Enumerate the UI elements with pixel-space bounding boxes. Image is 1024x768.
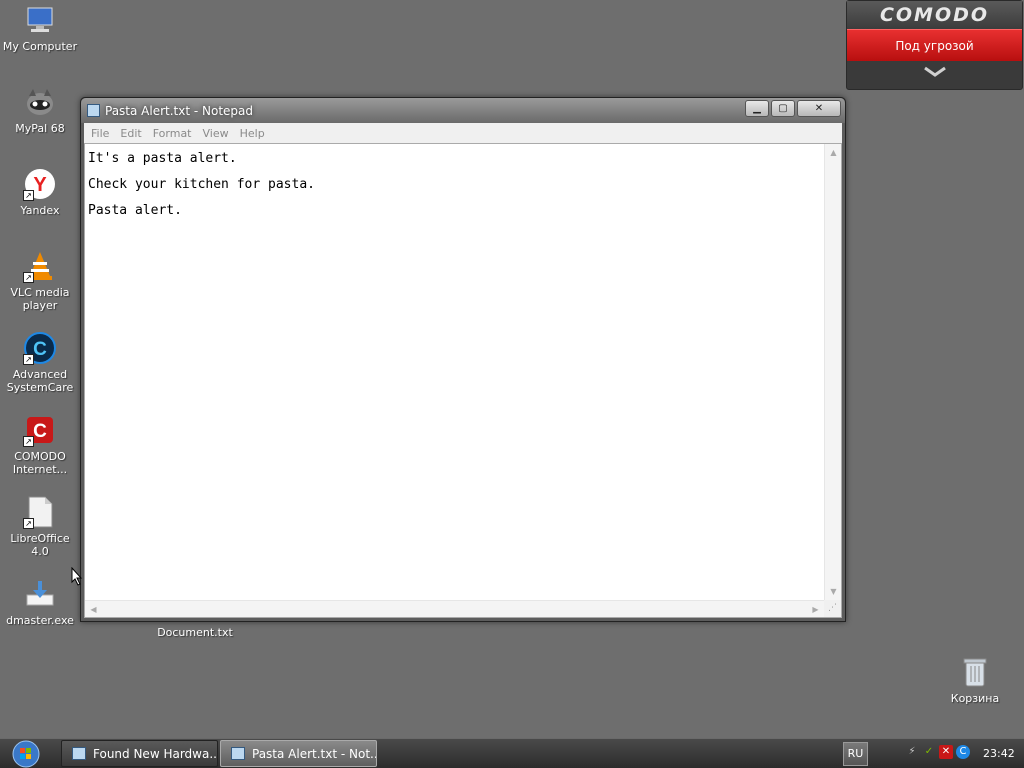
menu-file[interactable]: File [91,127,109,140]
window-title: Pasta Alert.txt - Notepad [105,104,254,118]
comodo-widget: COMODO Под угрозой [846,0,1023,90]
vlc-icon: ↗ [23,249,57,283]
desktop-icon-label: Корзина [950,692,1000,705]
desktop-icon-label: LibreOffice 4.0 [10,532,70,558]
taskbar: Found New Hardwa... Pasta Alert.txt - No… [0,738,1024,768]
shortcut-arrow-icon: ↗ [23,354,34,365]
desktop-icon-label: Advanced SystemCare [6,368,74,394]
mouse-cursor-icon [71,567,83,586]
desktop-icon-document-label[interactable]: Document.txt [155,626,235,639]
window-controls: ▁ ▢ ✕ [745,100,841,117]
desktop-icon-label: Yandex [20,204,60,217]
taskbar-item-label: Found New Hardwa... [93,746,218,761]
desktop-icon-dmaster[interactable]: dmaster.exe [0,577,80,627]
scroll-up-icon[interactable]: ▲ [825,144,842,161]
taskbar-clock[interactable]: 23:42 [983,747,1015,760]
windows-logo-icon [12,740,40,768]
desktop-icon-label: VLC media player [10,286,70,312]
notepad-app-icon [87,104,100,117]
menu-format[interactable]: Format [153,127,192,140]
network-icon[interactable]: ⚡ [905,745,919,759]
editor-content[interactable]: It's a pasta alert. Check your kitchen f… [88,146,821,597]
computer-icon [23,3,57,37]
menu-bar: File Edit Format View Help [84,123,842,143]
desktop-icon-libreoffice[interactable]: ↗ LibreOffice 4.0 [0,495,80,558]
notepad-window: Pasta Alert.txt - Notepad ▁ ▢ ✕ File Edi… [80,97,846,622]
desktop-icon-label: My Computer [2,40,78,53]
system-tray: ⚡ ✓ ✕ C [905,745,970,759]
libreoffice-icon: ↗ [23,495,57,529]
taskbar-item-notepad[interactable]: Pasta Alert.txt - Not... [220,740,377,767]
minimize-button[interactable]: ▁ [745,100,769,117]
resize-grip-icon[interactable]: ⋰ [824,600,841,617]
scroll-right-icon[interactable]: ▶ [807,601,824,618]
shortcut-arrow-icon: ↗ [23,272,34,283]
chevron-down-icon[interactable] [847,61,1022,89]
desktop-icon-yandex[interactable]: Y ↗ Yandex [0,167,80,217]
window-titlebar[interactable]: Pasta Alert.txt - Notepad ▁ ▢ ✕ [81,98,845,123]
systemcare-icon: C ↗ [23,331,57,365]
text-editor[interactable]: It's a pasta alert. Check your kitchen f… [84,143,842,618]
text-line: Check your kitchen for pasta. [88,177,315,192]
scroll-down-icon[interactable]: ▼ [825,583,842,600]
menu-view[interactable]: View [203,127,229,140]
notepad-icon [231,747,245,760]
comodo-status-button[interactable]: Под угрозой [847,29,1022,61]
text-line: Pasta alert. [88,203,182,218]
shortcut-arrow-icon: ↗ [23,436,34,447]
desktop-icon-label: COMODO Internet... [12,450,68,476]
comodo-widget-title: COMODO [847,1,1022,29]
shortcut-arrow-icon: ↗ [23,190,34,201]
maximize-button[interactable]: ▢ [771,100,795,117]
comodo-tray-icon[interactable]: ✕ [939,745,953,759]
vertical-scrollbar[interactable]: ▲ ▼ [824,144,841,600]
horizontal-scrollbar[interactable]: ◀ ▶ [85,600,824,617]
comodo-icon: C ↗ [23,413,57,447]
shortcut-arrow-icon: ↗ [23,518,34,529]
start-button[interactable] [6,740,46,768]
mypal-icon [23,85,57,119]
taskbar-item-label: Pasta Alert.txt - Not... [252,746,377,761]
desktop-icon-recycle-bin[interactable]: Корзина [935,655,1015,705]
desktop-icon-label: dmaster.exe [6,614,74,627]
desktop-icon-my-computer[interactable]: My Computer [0,3,80,53]
systemcare-tray-icon[interactable]: C [956,745,970,759]
desktop-icon-mypal[interactable]: MyPal 68 [0,85,80,135]
desktop-icon-vlc[interactable]: ↗ VLC media player [0,249,80,312]
recycle-bin-icon [958,655,992,689]
svg-text:C: C [33,339,47,360]
svg-text:C: C [33,421,47,442]
desktop-icon-systemcare[interactable]: C ↗ Advanced SystemCare [0,331,80,394]
text-line: It's a pasta alert. [88,151,237,166]
close-button[interactable]: ✕ [797,100,841,117]
desktop-icon-comodo[interactable]: C ↗ COMODO Internet... [0,413,80,476]
hardware-wizard-icon [72,747,86,760]
language-indicator[interactable]: RU [843,742,868,766]
yandex-icon: Y ↗ [23,167,57,201]
menu-edit[interactable]: Edit [120,127,141,140]
svg-text:Y: Y [33,174,47,196]
menu-help[interactable]: Help [240,127,265,140]
desktop-icon-label: MyPal 68 [15,122,65,135]
scroll-left-icon[interactable]: ◀ [85,601,102,618]
safely-remove-icon[interactable]: ✓ [922,745,936,759]
taskbar-item-found-new-hardware[interactable]: Found New Hardwa... [61,740,218,767]
download-icon [23,577,57,611]
